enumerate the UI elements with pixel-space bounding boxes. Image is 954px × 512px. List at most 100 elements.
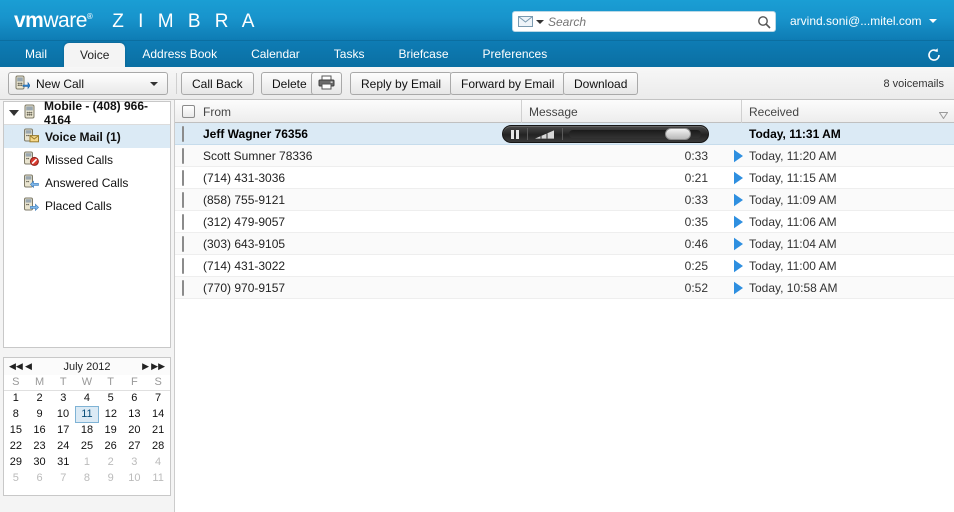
new-call-button[interactable]: New Call [8,72,168,95]
print-button[interactable] [311,72,342,95]
select-all-checkbox[interactable] [182,105,195,118]
play-icon[interactable] [733,171,744,188]
table-row[interactable]: Jeff Wagner 76356 Today, 11:31 AM [175,123,954,145]
calendar-day[interactable]: 10 [51,406,75,422]
checkbox-icon[interactable] [182,214,184,230]
calendar-day[interactable]: 4 [75,390,99,406]
sidebar-item-placed-calls[interactable]: Placed Calls [4,194,170,217]
row-checkbox[interactable] [182,126,184,142]
tab-voice[interactable]: Voice [64,43,126,67]
progress-slider[interactable] [569,128,701,140]
calendar-day[interactable]: 7 [146,390,170,406]
calendar-day[interactable]: 29 [4,454,28,470]
search-bar[interactable] [512,11,776,32]
table-row[interactable]: (303) 643-9105 0:46 Today, 11:04 AM [175,233,954,255]
checkbox-icon[interactable] [182,148,184,164]
prev-month-button[interactable]: ◀ [25,361,32,372]
calendar-day[interactable]: 13 [123,406,147,422]
calendar-day[interactable]: 1 [75,454,99,470]
calendar-day[interactable]: 9 [28,406,52,422]
triangle-down-icon[interactable] [9,110,19,116]
reply-by-email-button[interactable]: Reply by Email [350,72,453,95]
calendar-day[interactable]: 17 [51,422,75,438]
delete-button[interactable]: Delete [261,72,318,95]
row-checkbox[interactable] [182,192,184,208]
calendar-day[interactable]: 1 [4,390,28,406]
calendar-day[interactable]: 18 [75,422,99,438]
calendar-day[interactable]: 3 [123,454,147,470]
calendar-day[interactable]: 14 [146,406,170,422]
sidebar-item-answered-calls[interactable]: Answered Calls [4,171,170,194]
calendar-day[interactable]: 11 [146,470,170,486]
forward-by-email-button[interactable]: Forward by Email [450,72,566,95]
calendar-day[interactable]: 25 [75,438,99,454]
calendar-day[interactable]: 2 [99,454,123,470]
calendar-day[interactable]: 2 [28,390,52,406]
sidebar-root-mobile[interactable]: Mobile - (408) 966-4164 [4,99,170,127]
row-checkbox[interactable] [182,214,184,230]
calendar-day[interactable]: 22 [4,438,28,454]
row-checkbox[interactable] [182,170,184,186]
calendar-day[interactable]: 10 [123,470,147,486]
calendar-day[interactable]: 6 [28,470,52,486]
checkbox-icon[interactable] [182,236,184,252]
checkbox-icon[interactable] [182,192,184,208]
calendar-day[interactable]: 30 [28,454,52,470]
tab-briefcase[interactable]: Briefcase [381,41,465,67]
play-icon[interactable] [733,215,744,232]
play-icon[interactable] [733,281,744,298]
calendar-day[interactable]: 23 [28,438,52,454]
calendar-day[interactable]: 21 [146,422,170,438]
download-button[interactable]: Download [563,72,639,95]
pause-icon[interactable] [503,126,527,142]
sort-descending-icon[interactable] [938,108,949,120]
table-row[interactable]: (858) 755-9121 0:33 Today, 11:09 AM [175,189,954,211]
table-row[interactable]: (312) 479-9057 0:35 Today, 11:06 AM [175,211,954,233]
checkbox-icon[interactable] [182,105,195,118]
calendar-day-today[interactable]: 11 [74,405,100,423]
table-row[interactable]: (770) 970-9157 0:52 Today, 10:58 AM [175,277,954,299]
table-row[interactable]: (714) 431-3036 0:21 Today, 11:15 AM [175,167,954,189]
row-checkbox[interactable] [182,148,184,164]
sidebar-item-voice-mail[interactable]: Voice Mail (1) [4,125,170,148]
row-checkbox[interactable] [182,258,184,274]
sidebar-item-missed-calls[interactable]: Missed Calls [4,148,170,171]
refresh-icon[interactable] [924,45,944,65]
next-month-button[interactable]: ▶ [142,361,149,372]
play-icon[interactable] [733,149,744,166]
tab-address-book[interactable]: Address Book [125,41,234,67]
search-input[interactable] [548,13,753,30]
volume-icon[interactable] [528,126,562,142]
slider-thumb[interactable] [665,128,691,140]
account-menu[interactable]: arvind.soni@...mitel.com [790,14,937,28]
checkbox-icon[interactable] [182,258,184,274]
audio-player[interactable] [502,125,709,143]
table-row[interactable]: (714) 431-3022 0:25 Today, 11:00 AM [175,255,954,277]
column-divider[interactable] [521,100,522,123]
play-icon[interactable] [733,193,744,210]
calendar-day[interactable]: 15 [4,422,28,438]
calendar-day[interactable]: 5 [4,470,28,486]
table-row[interactable]: Scott Sumner 78336 0:33 Today, 11:20 AM [175,145,954,167]
calendar-day[interactable]: 16 [28,422,52,438]
tab-mail[interactable]: Mail [8,41,64,67]
calendar-day[interactable]: 28 [146,438,170,454]
column-divider[interactable] [741,100,742,123]
calendar-day[interactable]: 4 [146,454,170,470]
calendar-day[interactable]: 7 [51,470,75,486]
calendar-day[interactable]: 20 [123,422,147,438]
column-header-from[interactable]: From [203,100,231,123]
row-checkbox[interactable] [182,236,184,252]
play-icon[interactable] [733,259,744,276]
column-header-received[interactable]: Received [749,100,799,123]
checkbox-icon[interactable] [182,280,184,296]
prev-year-button[interactable]: ◀◀ [9,361,23,372]
column-header-message[interactable]: Message [529,100,578,123]
calendar-day[interactable]: 6 [123,390,147,406]
calendar-day[interactable]: 26 [99,438,123,454]
checkbox-icon[interactable] [182,126,184,142]
call-back-button[interactable]: Call Back [181,72,254,95]
calendar-day[interactable]: 5 [99,390,123,406]
calendar-day[interactable]: 31 [51,454,75,470]
next-year-button[interactable]: ▶▶ [151,361,165,372]
